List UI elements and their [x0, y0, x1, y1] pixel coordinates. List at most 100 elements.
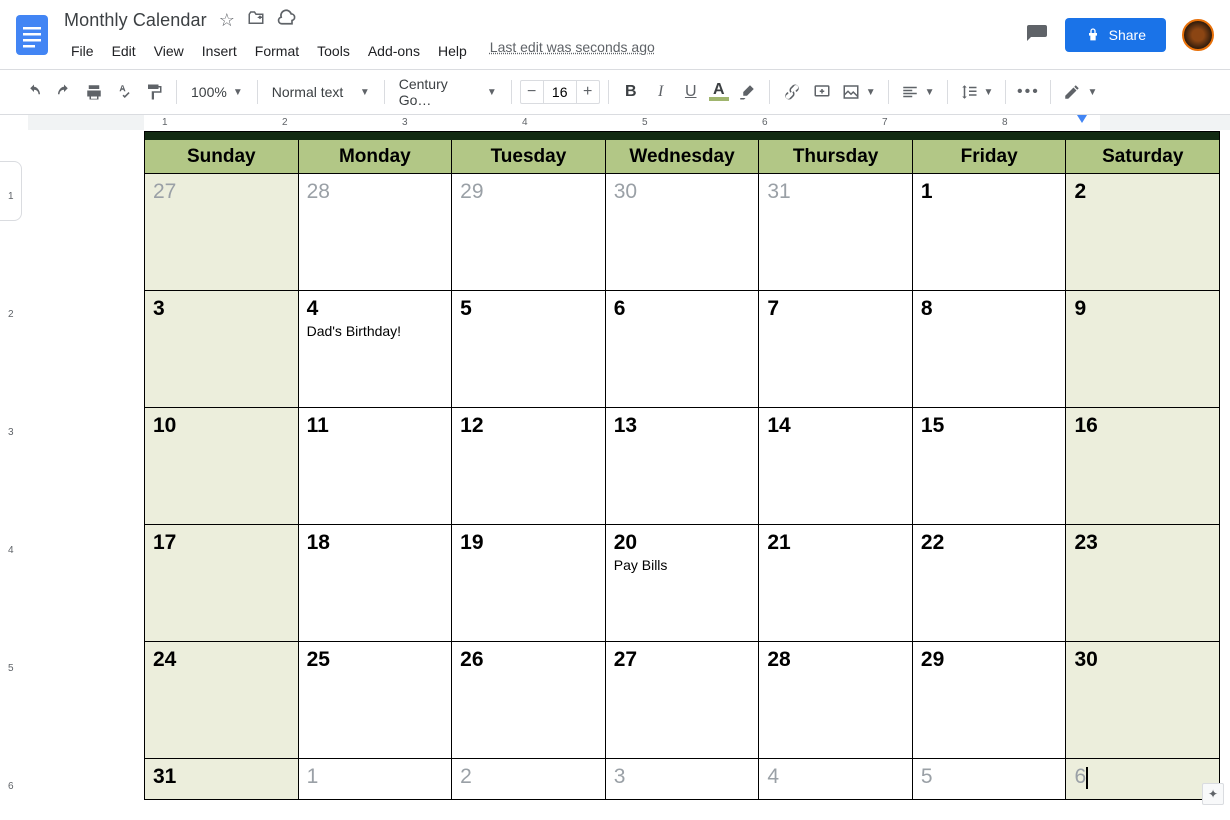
- menu-addons[interactable]: Add-ons: [361, 39, 427, 63]
- paragraph-style-select[interactable]: Normal text▼: [266, 80, 376, 104]
- calendar-cell[interactable]: 25: [299, 642, 453, 759]
- docs-logo-icon[interactable]: [12, 8, 52, 62]
- calendar-cell[interactable]: 16: [1066, 408, 1219, 525]
- menu-edit[interactable]: Edit: [105, 39, 143, 63]
- ruler-tick: 7: [882, 117, 888, 128]
- calendar-cell[interactable]: 26: [452, 642, 606, 759]
- comments-icon[interactable]: [1025, 23, 1049, 47]
- highlight-button[interactable]: [733, 78, 761, 106]
- font-size-increase[interactable]: +: [577, 81, 599, 103]
- calendar-cell[interactable]: 8: [913, 291, 1067, 408]
- calendar-cell[interactable]: 30: [606, 174, 760, 291]
- calendar-cell[interactable]: 24: [145, 642, 299, 759]
- spellcheck-button[interactable]: [110, 78, 138, 106]
- font-family-select[interactable]: Century Go…▼: [393, 72, 503, 112]
- calendar-cell[interactable]: 27: [145, 174, 299, 291]
- document-canvas[interactable]: SundayMondayTuesdayWednesdayThursdayFrid…: [28, 131, 1230, 811]
- move-icon[interactable]: [247, 9, 265, 32]
- menu-help[interactable]: Help: [431, 39, 474, 63]
- calendar-cell[interactable]: 3: [606, 759, 760, 799]
- calendar-cell[interactable]: 1: [299, 759, 453, 799]
- ruler-tick: 4: [522, 117, 528, 128]
- calendar-cell[interactable]: 5: [913, 759, 1067, 799]
- calendar-date: 14: [767, 414, 904, 438]
- explore-button[interactable]: ✦: [1202, 783, 1224, 805]
- calendar-cell[interactable]: 27: [606, 642, 760, 759]
- calendar-cell[interactable]: 29: [913, 642, 1067, 759]
- undo-button[interactable]: [20, 78, 48, 106]
- account-avatar[interactable]: [1182, 19, 1214, 51]
- calendar-cell[interactable]: 29: [452, 174, 606, 291]
- calendar-date: 1: [307, 765, 444, 789]
- calendar-cell[interactable]: 22: [913, 525, 1067, 642]
- calendar-cell[interactable]: 30: [1066, 642, 1219, 759]
- underline-button[interactable]: U: [677, 78, 705, 106]
- calendar-cell[interactable]: 19: [452, 525, 606, 642]
- menu-format[interactable]: Format: [248, 39, 306, 63]
- insert-link-button[interactable]: [778, 78, 806, 106]
- calendar-day-header: Sunday: [145, 140, 299, 174]
- calendar-cell[interactable]: 15: [913, 408, 1067, 525]
- menu-view[interactable]: View: [147, 39, 191, 63]
- vertical-ruler[interactable]: 123456: [0, 131, 28, 811]
- calendar-date: 3: [153, 297, 290, 321]
- calendar-cell[interactable]: 11: [299, 408, 453, 525]
- calendar-cell[interactable]: 12: [452, 408, 606, 525]
- text-color-button[interactable]: A: [707, 78, 731, 106]
- share-button[interactable]: Share: [1065, 18, 1166, 52]
- calendar-cell[interactable]: 28: [299, 174, 453, 291]
- calendar-cell[interactable]: 6: [606, 291, 760, 408]
- calendar-cell[interactable]: 4Dad's Birthday!: [299, 291, 453, 408]
- bold-button[interactable]: B: [617, 78, 645, 106]
- document-title[interactable]: Monthly Calendar: [64, 10, 207, 31]
- last-edit-link[interactable]: Last edit was seconds ago: [490, 39, 655, 63]
- calendar-cell[interactable]: 1: [913, 174, 1067, 291]
- calendar-table[interactable]: SundayMondayTuesdayWednesdayThursdayFrid…: [144, 131, 1220, 800]
- editing-mode-button[interactable]: ▼: [1059, 81, 1101, 103]
- calendar-cell[interactable]: 3: [145, 291, 299, 408]
- calendar-cell[interactable]: 6: [1066, 759, 1219, 799]
- insert-comment-button[interactable]: [808, 78, 836, 106]
- font-size-decrease[interactable]: −: [521, 81, 543, 103]
- calendar-cell[interactable]: 4: [759, 759, 913, 799]
- calendar-cell[interactable]: 21: [759, 525, 913, 642]
- calendar-cell[interactable]: 14: [759, 408, 913, 525]
- calendar-cell[interactable]: 28: [759, 642, 913, 759]
- align-button[interactable]: ▼: [897, 81, 939, 103]
- calendar-cell[interactable]: 13: [606, 408, 760, 525]
- calendar-cell[interactable]: 18: [299, 525, 453, 642]
- print-button[interactable]: [80, 78, 108, 106]
- calendar-cell[interactable]: 9: [1066, 291, 1219, 408]
- italic-button[interactable]: I: [647, 78, 675, 106]
- calendar-cell[interactable]: 5: [452, 291, 606, 408]
- calendar-cell[interactable]: 31: [145, 759, 299, 799]
- line-spacing-button[interactable]: ▼: [956, 81, 998, 103]
- cloud-status-icon[interactable]: [277, 8, 297, 33]
- calendar-cell[interactable]: 2: [1066, 174, 1219, 291]
- font-size-stepper[interactable]: − 16 +: [520, 80, 600, 104]
- menu-file[interactable]: File: [64, 39, 101, 63]
- calendar-cell[interactable]: 20Pay Bills: [606, 525, 760, 642]
- calendar-day-header: Tuesday: [452, 140, 606, 174]
- more-button[interactable]: •••: [1014, 78, 1042, 106]
- star-icon[interactable]: ☆: [219, 10, 235, 31]
- calendar-cell[interactable]: 7: [759, 291, 913, 408]
- calendar-cell[interactable]: 31: [759, 174, 913, 291]
- calendar-note: Dad's Birthday!: [307, 323, 444, 339]
- menu-tools[interactable]: Tools: [310, 39, 357, 63]
- ruler-tick: 3: [402, 117, 408, 128]
- font-size-value[interactable]: 16: [543, 81, 577, 103]
- insert-image-button[interactable]: ▼: [838, 81, 880, 103]
- paint-format-button[interactable]: [140, 78, 168, 106]
- share-button-label: Share: [1109, 27, 1146, 43]
- indent-marker-icon[interactable]: [1077, 115, 1087, 123]
- calendar-cell[interactable]: 10: [145, 408, 299, 525]
- zoom-select[interactable]: 100%▼: [185, 80, 249, 104]
- calendar-cell[interactable]: 23: [1066, 525, 1219, 642]
- horizontal-ruler[interactable]: 12345678: [0, 115, 1230, 131]
- calendar-cell[interactable]: 2: [452, 759, 606, 799]
- redo-button[interactable]: [50, 78, 78, 106]
- calendar-date: 25: [307, 648, 444, 672]
- calendar-cell[interactable]: 17: [145, 525, 299, 642]
- menu-insert[interactable]: Insert: [195, 39, 244, 63]
